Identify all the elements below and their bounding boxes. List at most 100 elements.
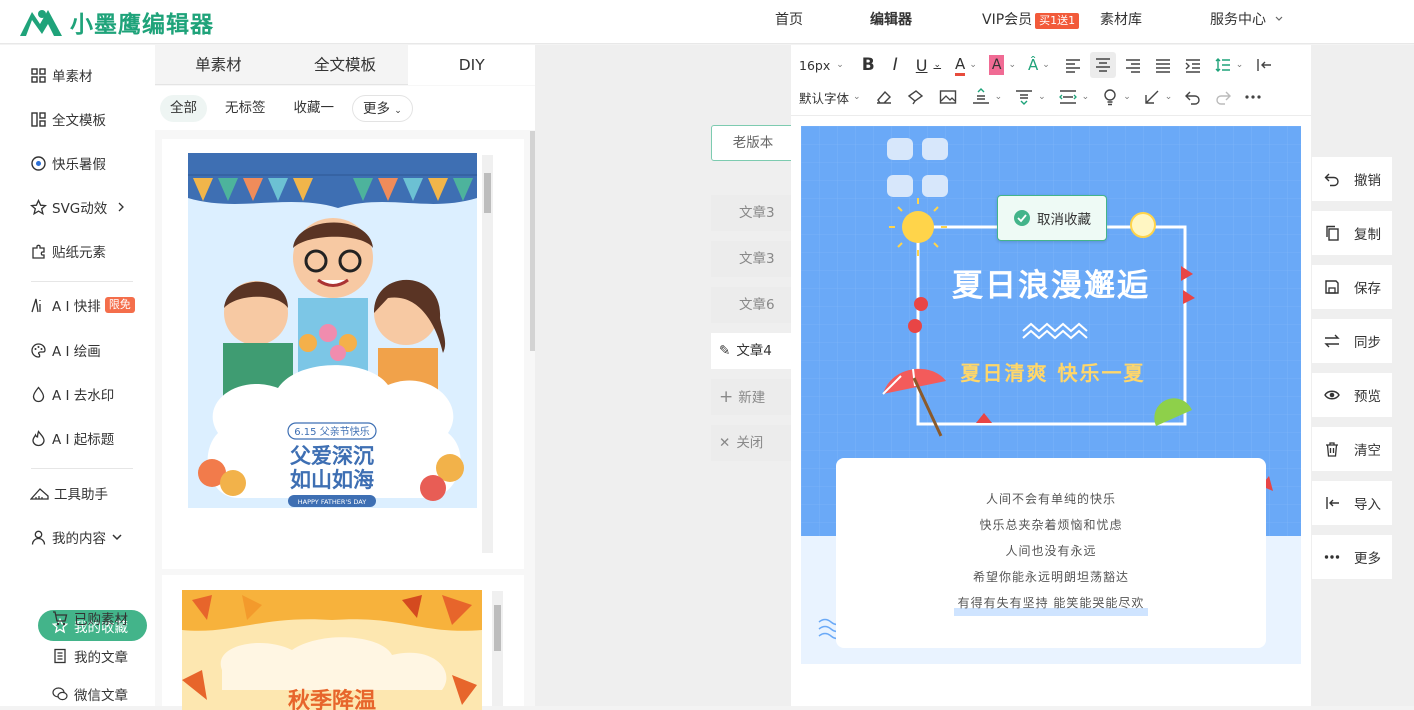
filter-favorite-one[interactable]: 收藏一 — [284, 95, 345, 122]
filter-bar: 全部 无标签 收藏一 更多 ⌄ — [155, 86, 535, 130]
tab-full-template[interactable]: 全文模板 — [281, 45, 409, 85]
tab-single-material[interactable]: 单素材 — [155, 45, 282, 85]
toolbar-row-1: 16px ⌄ B I U ⌄ A ⌄ A ⌄ Â ⌄ ⌄ — [799, 47, 1273, 83]
card-scrollbar[interactable] — [482, 155, 493, 553]
template-card-fathers-day[interactable]: 6.15 父亲节快乐 父爱深沉 如山如海 HAPPY FATHER'S DAY — [162, 139, 524, 569]
paragraph-spacing-icon[interactable] — [971, 88, 991, 106]
sidebar-item-ai-watermark[interactable]: A I 去水印 — [30, 382, 114, 406]
sidebar-item-single-material[interactable]: 单素材 — [30, 63, 93, 87]
old-version-button[interactable]: 老版本 — [711, 125, 795, 161]
text-effect-icon[interactable]: Â — [1028, 53, 1038, 77]
bold-icon[interactable]: B — [862, 53, 875, 77]
nav-materials[interactable]: 素材库 — [1100, 0, 1142, 44]
left-sidebar: 单素材 全文模板 快乐暑假 SVG动效 贴纸元素 A I 快排 限免 A I 绘… — [0, 45, 155, 706]
filter-untagged[interactable]: 无标签 — [215, 95, 276, 122]
card1-tag: 6.15 父亲节快乐 — [294, 425, 369, 438]
action-label: 更多 — [1354, 551, 1381, 567]
indent-icon[interactable] — [1184, 57, 1202, 73]
align-center-icon[interactable] — [1089, 52, 1116, 78]
font-family-select[interactable]: 默认字体 ⌄ — [799, 85, 861, 109]
sidebar-item-svg[interactable]: SVG动效 — [30, 195, 132, 219]
sidebar-item-label: 我的内容 — [52, 531, 106, 547]
preview-button[interactable]: 预览 — [1312, 373, 1392, 417]
nav-editor[interactable]: 编辑器 — [870, 0, 912, 44]
card-scroll-thumb[interactable] — [484, 173, 491, 213]
sidebar-sub-purchased[interactable]: 已购素材 — [52, 606, 128, 630]
save-button[interactable]: 保存 — [1312, 265, 1392, 309]
tab-diy[interactable]: DIY — [408, 45, 536, 85]
align-left-icon[interactable] — [1064, 57, 1082, 73]
redo-icon[interactable] — [1214, 88, 1232, 106]
action-label: 清空 — [1354, 443, 1381, 459]
undo-icon[interactable] — [1184, 88, 1202, 106]
sync-button[interactable]: 同步 — [1312, 319, 1392, 363]
exit-icon[interactable] — [1255, 57, 1273, 73]
more-button[interactable]: 更多 — [1312, 535, 1392, 579]
drop-icon — [32, 385, 45, 402]
underline-icon[interactable]: U ⌄ — [916, 53, 941, 77]
unfavorite-toast[interactable]: 取消收藏 — [997, 195, 1107, 241]
new-doc-label: 新建 — [738, 390, 766, 406]
filter-more[interactable]: 更多 ⌄ — [352, 94, 413, 122]
sidebar-item-tools[interactable]: 工具助手 — [30, 481, 108, 505]
poster-text-card[interactable]: 人间不会有单纯的快乐 快乐总夹杂着烦恼和忧虑 人间也没有永远 希望你能永远明朗坦… — [836, 458, 1266, 648]
italic-icon[interactable]: I — [893, 53, 898, 77]
new-doc-button[interactable]: + 新建 — [711, 379, 791, 415]
format-painter-icon[interactable] — [907, 89, 925, 105]
font-color-icon[interactable]: A — [955, 54, 966, 76]
import-button[interactable]: 导入 — [1312, 481, 1392, 525]
sidebar-sub-wechat-articles[interactable]: 微信文章 — [52, 682, 128, 706]
card2-title: 秋季降温 — [288, 689, 376, 710]
check-circle-icon — [1014, 210, 1030, 226]
letter-spacing-icon[interactable] — [1058, 88, 1078, 106]
flame-icon — [32, 429, 45, 446]
chevron-down-icon: ⌄ — [836, 60, 844, 70]
sidebar-sub-my-articles[interactable]: 我的文章 — [52, 644, 128, 668]
nav-vip[interactable]: VIP会员 买1送1 — [982, 0, 1080, 44]
logo-text: 小墨鹰编辑器 — [70, 12, 214, 38]
sidebar-item-label: 全文模板 — [52, 113, 106, 129]
grid-icon — [31, 67, 46, 83]
align-justify-icon[interactable] — [1154, 57, 1172, 73]
highlight-color-icon[interactable]: A — [988, 55, 1005, 75]
paragraph-after-icon[interactable] — [1014, 88, 1034, 106]
eraser-icon[interactable] — [875, 89, 893, 105]
doc-tab-active[interactable]: ✎ 文章4 — [711, 333, 791, 369]
copy-button[interactable]: 复制 — [1312, 211, 1392, 255]
doc-tab[interactable]: 文章3 — [711, 241, 791, 277]
material-panel: 单素材 全文模板 DIY 全部 无标签 收藏一 更多 ⌄ 6.15 父亲节快乐 … — [155, 45, 536, 710]
ai-icon — [31, 298, 41, 312]
sidebar-divider — [31, 468, 133, 469]
sidebar-item-ai-paint[interactable]: A I 绘画 — [30, 338, 101, 362]
template-icon — [31, 111, 46, 127]
clear-button[interactable]: 清空 — [1312, 427, 1392, 471]
sidebar-item-ai-title[interactable]: A I 起标题 — [30, 426, 114, 450]
bulb-icon[interactable] — [1101, 88, 1119, 106]
sidebar-item-stickers[interactable]: 贴纸元素 — [30, 239, 106, 263]
more-icon[interactable] — [1244, 88, 1262, 106]
nav-home[interactable]: 首页 — [775, 0, 803, 44]
logo[interactable]: 小墨鹰编辑器 — [18, 5, 214, 39]
template-card-autumn[interactable]: 秋季降温 — [162, 575, 524, 710]
undo-button[interactable]: 撤销 — [1312, 157, 1392, 201]
chevron-down-icon: ⌄ — [994, 92, 1003, 102]
poem-line: 希望你能永远明朗坦荡豁达 — [972, 570, 1129, 584]
font-size-select[interactable]: 16px ⌄ — [799, 53, 844, 77]
nav-service[interactable]: 服务中心 — [1210, 0, 1284, 44]
doc-tab[interactable]: 文章3 — [711, 195, 791, 231]
image-icon[interactable] — [939, 89, 957, 105]
line-height-icon[interactable] — [1214, 57, 1232, 73]
doc-tab[interactable]: 文章6 — [711, 287, 791, 323]
close-doc-button[interactable]: ✕ 关闭 — [711, 425, 791, 461]
toolbar-row-2: 默认字体 ⌄ ⌄ ⌄ ⌄ ⌄ ⌄ — [799, 79, 1262, 115]
sidebar-item-full-template[interactable]: 全文模板 — [30, 107, 106, 131]
arrow-icon[interactable] — [1143, 88, 1161, 106]
card-scroll-thumb[interactable] — [494, 605, 501, 651]
sidebar-item-summer[interactable]: 快乐暑假 — [30, 151, 106, 175]
filter-all[interactable]: 全部 — [160, 94, 207, 122]
sidebar-item-my-content[interactable]: 我的内容 — [30, 525, 128, 549]
chevron-down-icon: ⌄ — [1081, 92, 1090, 102]
align-right-icon[interactable] — [1124, 57, 1142, 73]
card-scrollbar[interactable] — [492, 591, 503, 706]
sidebar-item-ai-layout[interactable]: A I 快排 限免 — [30, 293, 135, 317]
